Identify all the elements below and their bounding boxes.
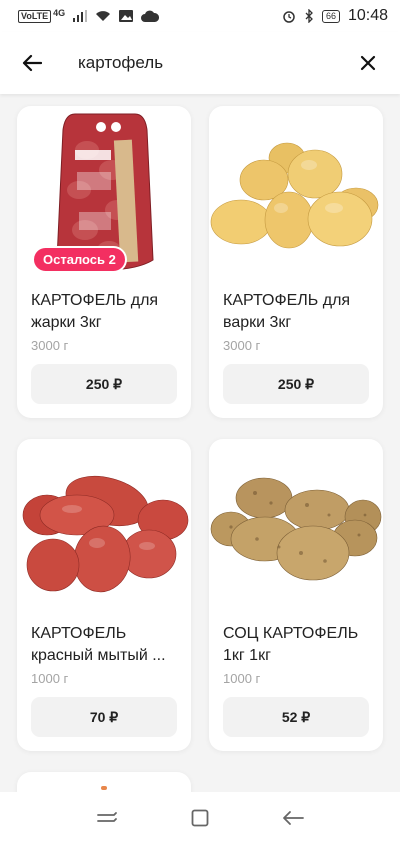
- bluetooth-icon: [305, 9, 313, 23]
- product-name: КАРТОФЕЛЬ красный мытый ...: [31, 625, 166, 664]
- product-card-partial[interactable]: [17, 772, 191, 792]
- product-card[interactable]: КАРТОФЕЛЬ для варки 3кг 3000 г 250 ₽: [209, 106, 383, 418]
- product-name: СОЦ КАРТОФЕЛЬ 1кг 1кг: [223, 625, 359, 664]
- status-right: 66 10:48: [282, 7, 388, 25]
- product-card[interactable]: СОЦ КАРТОФЕЛЬ 1кг 1кг 1000 г 52 ₽: [209, 439, 383, 751]
- product-weight: 1000 г: [223, 671, 261, 686]
- alarm-icon: [283, 11, 295, 23]
- volte-indicator: VoLTE: [18, 9, 52, 23]
- system-nav-bar: [0, 792, 400, 844]
- brown-potatoes-image: [209, 443, 383, 603]
- product-card[interactable]: Осталось 2 КАРТОФЕЛЬ для жарки 3кг 3000 …: [17, 106, 191, 418]
- product-weight: 3000 г: [223, 338, 261, 353]
- yellow-potatoes-image: [209, 110, 383, 270]
- cloud-icon: [141, 10, 160, 22]
- stock-badge: Осталось 2: [32, 246, 127, 273]
- signal-icon: [73, 10, 88, 22]
- home-icon: [191, 809, 209, 827]
- home-button[interactable]: [180, 798, 220, 838]
- product-grid: Осталось 2 КАРТОФЕЛЬ для жарки 3кг 3000 …: [0, 104, 400, 792]
- wifi-icon: [96, 11, 111, 21]
- recents-icon: [96, 812, 117, 822]
- back-icon: [283, 811, 305, 825]
- system-back-button[interactable]: [273, 798, 313, 838]
- search-header: картофель: [0, 32, 400, 94]
- product-image-partial: [101, 786, 107, 790]
- gallery-icon: [119, 10, 134, 22]
- product-name: КАРТОФЕЛЬ для варки 3кг: [223, 292, 351, 331]
- back-button[interactable]: [16, 47, 48, 79]
- price-button[interactable]: 250 ₽: [223, 364, 369, 404]
- product-weight: 1000 г: [31, 671, 69, 686]
- close-icon: [360, 55, 376, 71]
- red-potatoes-image: [17, 443, 191, 603]
- network-type: 4G: [53, 8, 66, 18]
- recents-button[interactable]: [87, 798, 127, 838]
- price-button[interactable]: 250 ₽: [31, 364, 177, 404]
- product-card[interactable]: КАРТОФЕЛЬ красный мытый ... 1000 г 70 ₽: [17, 439, 191, 751]
- battery-indicator: 66: [321, 9, 340, 23]
- clear-search-button[interactable]: [352, 47, 384, 79]
- product-name: КАРТОФЕЛЬ для жарки 3кг: [31, 292, 159, 331]
- search-input[interactable]: картофель: [78, 53, 352, 73]
- price-button[interactable]: 70 ₽: [31, 697, 177, 737]
- clock: 10:48: [347, 7, 388, 24]
- status-left: VoLTE 4G: [18, 8, 160, 23]
- status-bar: VoLTE 4G 66 10:48: [0, 0, 400, 32]
- price-button[interactable]: 52 ₽: [223, 697, 369, 737]
- product-weight: 3000 г: [31, 338, 69, 353]
- arrow-left-icon: [22, 54, 42, 72]
